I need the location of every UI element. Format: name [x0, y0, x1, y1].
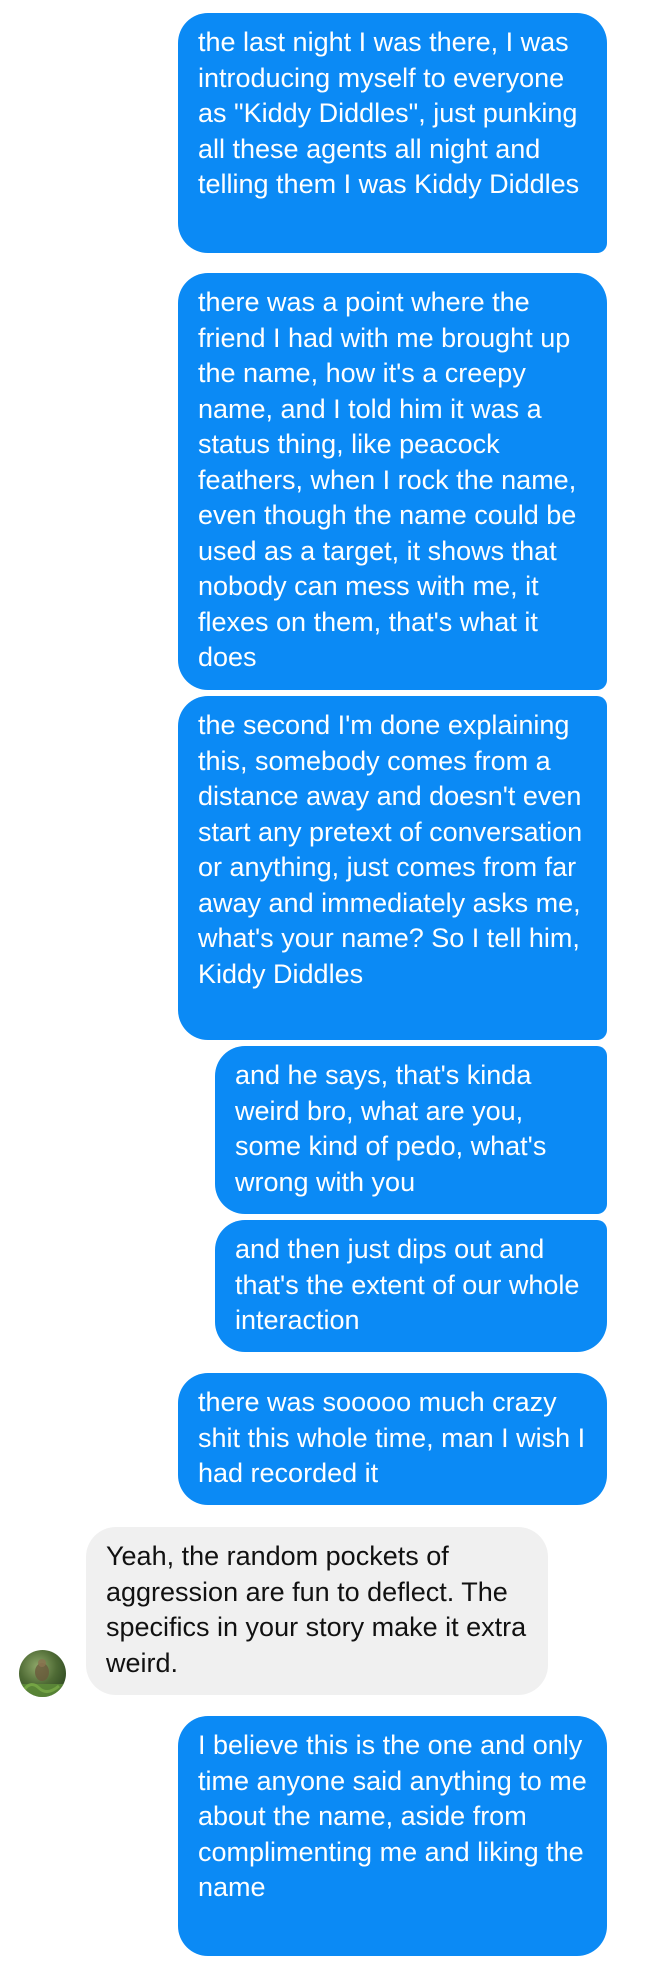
- message-text: the second I'm done explaining this, som…: [198, 710, 583, 989]
- message-text: Yeah, the random pockets of aggression a…: [106, 1541, 527, 1678]
- message-text: the last night I was there, I was introd…: [198, 27, 580, 199]
- message-bubble-sent[interactable]: the last night I was there, I was introd…: [178, 13, 607, 253]
- message-bubble-sent[interactable]: the second I'm done explaining this, som…: [178, 696, 607, 1040]
- message-bubble-sent[interactable]: I believe this is the one and only time …: [178, 1716, 607, 1956]
- message-bubble-received[interactable]: Yeah, the random pockets of aggression a…: [86, 1527, 548, 1695]
- message-text: I believe this is the one and only time …: [198, 1730, 587, 1902]
- message-text: and he says, that's kinda weird bro, wha…: [235, 1060, 547, 1197]
- message-text: and then just dips out and that's the ex…: [235, 1234, 580, 1335]
- message-bubble-sent[interactable]: there was a point where the friend I had…: [178, 273, 607, 690]
- avatar-image: [19, 1659, 66, 1697]
- message-bubble-sent[interactable]: and then just dips out and that's the ex…: [215, 1220, 607, 1352]
- message-text: there was sooooo much crazy shit this wh…: [198, 1387, 586, 1488]
- contact-avatar[interactable]: [19, 1650, 66, 1697]
- message-bubble-sent[interactable]: and he says, that's kinda weird bro, wha…: [215, 1046, 607, 1214]
- message-bubble-sent[interactable]: there was sooooo much crazy shit this wh…: [178, 1373, 607, 1505]
- message-text: there was a point where the friend I had…: [198, 287, 577, 672]
